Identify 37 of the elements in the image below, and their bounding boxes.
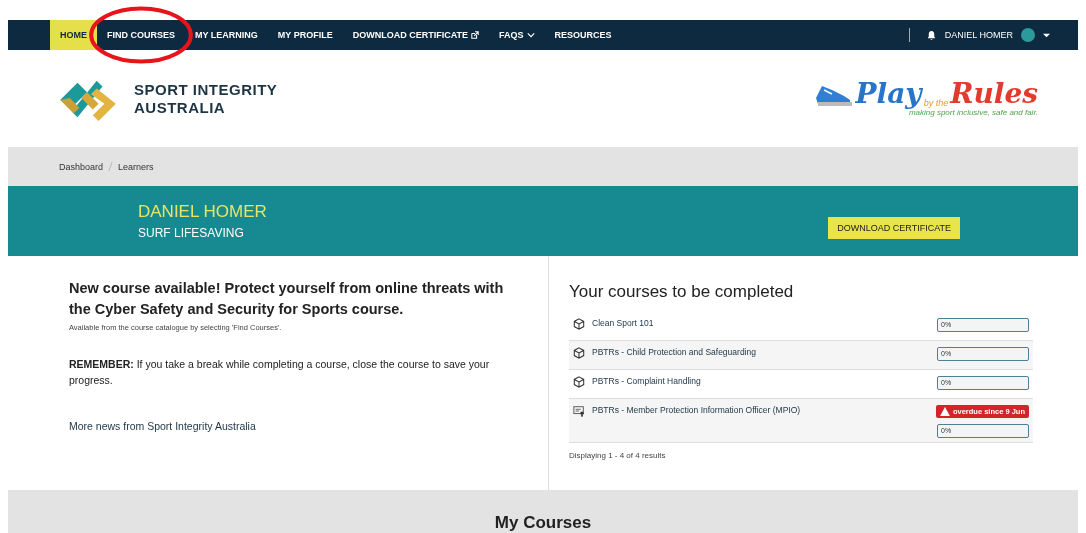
partner-logo-word: by the bbox=[923, 98, 949, 108]
section-heading: My Courses bbox=[494, 513, 592, 533]
nav-link[interactable]: RESOURCES bbox=[544, 20, 622, 50]
user-name[interactable]: DANIEL HOMER bbox=[944, 30, 1013, 40]
brand-name: AUSTRALIA bbox=[134, 98, 227, 117]
avatar[interactable] bbox=[1021, 28, 1035, 42]
nav-link[interactable]: DOWNLOAD CERTIFICATE bbox=[342, 20, 490, 50]
partner-logo-word: Rules bbox=[950, 80, 1038, 108]
learner-name: DANIEL HOMER bbox=[138, 202, 267, 222]
nav-link[interactable]: FAQS bbox=[489, 20, 545, 50]
certificate-icon bbox=[573, 405, 585, 417]
nav-link[interactable]: MY LEARNING bbox=[185, 20, 268, 50]
organisation-name: SURF LIFESAVING bbox=[138, 226, 245, 240]
results-summary: Displaying 1 - 4 of 4 results bbox=[569, 451, 667, 460]
nav-link[interactable]: HOME bbox=[50, 20, 97, 50]
reminder-text: REMEMBER: If you take a break while completing a course, close the course to save your progress. bbox=[69, 357, 491, 388]
chevron-down-icon bbox=[526, 31, 535, 39]
course-title[interactable]: PBTRs - Child Protection and Safeguarding bbox=[592, 347, 756, 357]
course-title[interactable]: PBTRs - Member Protection Information Officer (MPIO) bbox=[592, 405, 801, 415]
bell-icon[interactable] bbox=[925, 29, 937, 41]
nav-link[interactable]: MY PROFILE bbox=[267, 20, 343, 50]
partner-logo-word: Play bbox=[855, 80, 922, 108]
brand-name: SPORT INTEGRITY bbox=[134, 80, 278, 99]
course-title[interactable]: Clean Sport 101 bbox=[592, 318, 654, 328]
download-certificate-button[interactable]: DOWNLOAD CERTIFICATE bbox=[828, 217, 960, 239]
breadcrumb-link[interactable]: Learners bbox=[118, 161, 154, 172]
partner-tagline: making sport inclusive, safe and fair. bbox=[908, 108, 1038, 117]
breadcrumb-link[interactable]: Dashboard bbox=[59, 161, 104, 172]
news-heading: New course available! Protect yourself from online threats with the Cyber Safety and Security for Sports course. bbox=[69, 279, 505, 319]
cube-icon bbox=[573, 318, 585, 330]
caret-icon[interactable] bbox=[1043, 31, 1050, 39]
courses-heading: Your courses to be completed bbox=[569, 282, 795, 302]
course-title[interactable]: PBTRs - Complaint Handling bbox=[592, 376, 701, 386]
cube-icon bbox=[573, 376, 585, 388]
cube-icon bbox=[573, 347, 585, 359]
external-link-icon bbox=[471, 31, 480, 39]
more-news-link[interactable]: More news from Sport Integrity Australia bbox=[69, 420, 256, 432]
